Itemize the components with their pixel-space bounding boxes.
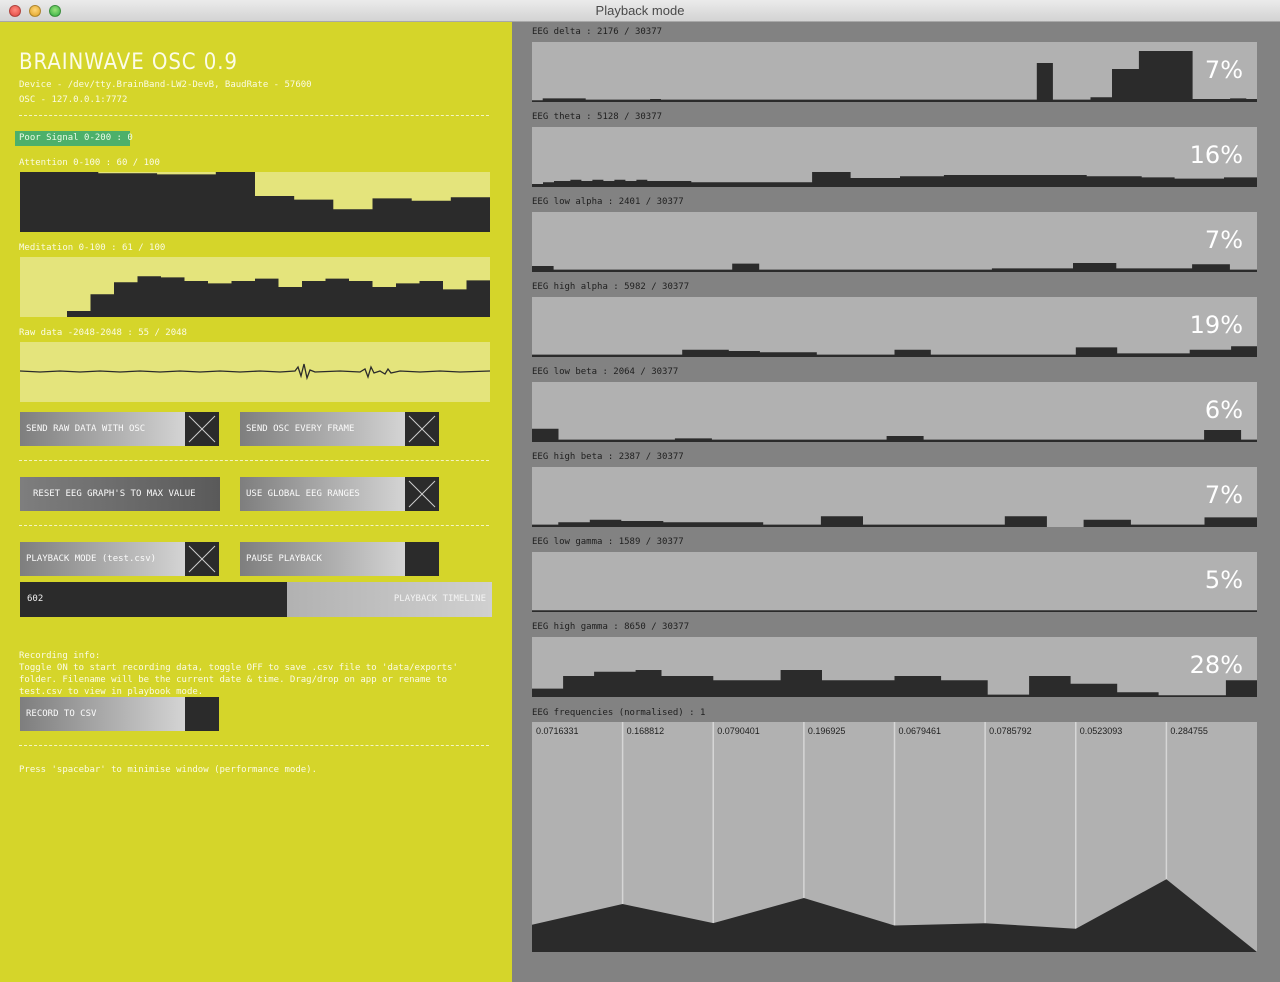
playback-timeline-label: PLAYBACK TIMELINE	[393, 594, 486, 604]
eeg-band-graph: 7%	[532, 42, 1257, 102]
eeg-band-graph: 5%	[532, 552, 1257, 612]
use-global-eeg-ranges-toggle[interactable]	[405, 477, 439, 511]
eeg-band-percent: 28%	[1189, 651, 1243, 679]
eeg-band-label: EEG theta : 5128 / 30377	[532, 112, 663, 122]
graph-area	[532, 51, 1257, 102]
eeg-band-label: EEG delta : 2176 / 30377	[532, 27, 663, 37]
freq-value-label: 0.0716331	[536, 726, 579, 736]
divider	[19, 745, 489, 746]
eeg-band-svg	[532, 346, 1257, 357]
eeg-band-label: EEG low alpha : 2401 / 30377	[532, 197, 684, 207]
freq-value-label: 0.0785792	[989, 726, 1032, 736]
osc-info: OSC - 127.0.0.1:7772	[19, 95, 128, 105]
eeg-band-svg	[532, 263, 1257, 272]
eeg-band-svg	[532, 610, 1257, 612]
checked-x-icon	[408, 415, 436, 443]
attention-label: Attention 0-100 : 60 / 100	[19, 158, 160, 168]
send-osc-every-frame-toggle[interactable]	[405, 412, 439, 446]
divider	[19, 525, 489, 526]
checked-x-icon	[408, 480, 436, 508]
checked-x-icon	[188, 545, 216, 573]
graph-area	[532, 346, 1257, 357]
freq-value-label: 0.0679461	[898, 726, 942, 736]
app-title: BRAINWAVE OSC 0.9	[19, 50, 238, 75]
playback-mode-toggle[interactable]	[185, 542, 219, 576]
attention-graph-svg	[20, 172, 490, 232]
raw-waveform	[20, 363, 490, 381]
record-to-csv-toggle[interactable]	[185, 697, 219, 731]
freq-value-label: 0.0790401	[717, 726, 760, 736]
eeg-band-label: EEG low gamma : 1589 / 30377	[532, 537, 684, 547]
eeg-band-percent: 6%	[1204, 396, 1243, 424]
graph-area	[532, 516, 1257, 527]
poor-signal-badge: Poor Signal 0-200 : 0	[15, 131, 133, 146]
meditation-label: Meditation 0-100 : 61 / 100	[19, 243, 166, 253]
eeg-band-svg	[532, 51, 1257, 102]
meditation-graph	[20, 257, 490, 317]
graph-area	[532, 263, 1257, 272]
reset-eeg-graphs-button[interactable]: RESET EEG GRAPH'S TO MAX VALUE	[20, 477, 220, 511]
graph-area	[20, 276, 490, 317]
send-raw-osc-toggle[interactable]	[185, 412, 219, 446]
eeg-band-label: EEG high alpha : 5982 / 30377	[532, 282, 690, 292]
checked-x-icon	[188, 415, 216, 443]
eeg-band-label: EEG high gamma : 8650 / 30377	[532, 622, 690, 632]
eeg-frequencies-svg	[532, 722, 1257, 952]
eeg-band-graph: 28%	[532, 637, 1257, 697]
window-title: Playback mode	[595, 3, 685, 18]
eeg-band-percent: 19%	[1189, 311, 1243, 339]
graph-area	[532, 428, 1257, 442]
eeg-frequencies-label: EEG frequencies (normalised) : 1	[532, 708, 706, 718]
recording-info-title: Recording info:	[19, 651, 101, 661]
eeg-band-label: EEG low beta : 2064 / 30377	[532, 367, 679, 377]
eeg-band-graph: 19%	[532, 297, 1257, 357]
eeg-band-percent: 16%	[1189, 141, 1243, 169]
playback-timeline-fill	[20, 582, 287, 617]
eeg-panel: EEG delta : 2176 / 30377 7% EEG theta : 51…	[512, 22, 1280, 982]
device-info: Device - /dev/tty.BrainBand-LW2-DevB, Ba…	[19, 80, 312, 90]
eeg-band-svg	[532, 172, 1257, 187]
eeg-band-graph: 16%	[532, 127, 1257, 187]
divider	[19, 115, 489, 116]
meditation-graph-svg	[20, 276, 490, 317]
pause-playback-button[interactable]: PAUSE PLAYBACK	[240, 542, 405, 576]
eeg-band-graph: 7%	[532, 212, 1257, 272]
eeg-band-percent: 7%	[1204, 226, 1243, 254]
eeg-band-svg	[532, 428, 1257, 442]
divider	[19, 460, 489, 461]
graph-area	[532, 172, 1257, 187]
eeg-band-svg	[532, 516, 1257, 527]
graph-area	[532, 610, 1257, 612]
graph-area	[20, 172, 490, 232]
eeg-frequencies-chart: 0.0716331 0.168812 0.0790401 0.196925 0.0679…	[532, 722, 1257, 952]
eeg-band-graph: 7%	[532, 467, 1257, 527]
attention-graph	[20, 172, 490, 232]
footer-hint: Press 'spacebar' to minimise window (per…	[19, 765, 318, 775]
raw-data-label: Raw data -2048-2048 : 55 / 2048	[19, 328, 187, 338]
playback-timeline-slider[interactable]: 602 PLAYBACK TIMELINE	[20, 582, 492, 617]
raw-data-graph	[20, 342, 490, 402]
send-osc-every-frame-button[interactable]: SEND OSC EVERY FRAME	[240, 412, 405, 446]
control-panel: BRAINWAVE OSC 0.9 Device - /dev/tty.Brai…	[0, 22, 512, 982]
playback-mode-button[interactable]: PLAYBACK MODE (test.csv)	[20, 542, 185, 576]
eeg-band-label: EEG high beta : 2387 / 30377	[532, 452, 684, 462]
graph-area	[532, 670, 1257, 697]
recording-info-text: Toggle ON to start recording data, toggl…	[19, 663, 458, 697]
eeg-band-percent: 5%	[1204, 566, 1243, 594]
eeg-band-percent: 7%	[1204, 481, 1243, 509]
freq-value-label: 0.168812	[626, 726, 665, 736]
window-titlebar: Playback mode	[0, 0, 1280, 22]
freq-value-label: 0.284755	[1170, 726, 1208, 736]
eeg-band-svg	[532, 670, 1257, 697]
eeg-band-percent: 7%	[1204, 56, 1243, 84]
freq-value-label: 0.0523093	[1079, 726, 1123, 736]
freq-value-label: 0.196925	[807, 726, 846, 736]
use-global-eeg-ranges-button[interactable]: USE GLOBAL EEG RANGES	[240, 477, 405, 511]
pause-playback-toggle[interactable]	[405, 542, 439, 576]
send-raw-osc-button[interactable]: SEND RAW DATA WITH OSC	[20, 412, 185, 446]
eeg-band-graph: 6%	[532, 382, 1257, 442]
playback-timeline-value: 602	[27, 594, 44, 604]
record-to-csv-button[interactable]: RECORD TO CSV	[20, 697, 185, 731]
